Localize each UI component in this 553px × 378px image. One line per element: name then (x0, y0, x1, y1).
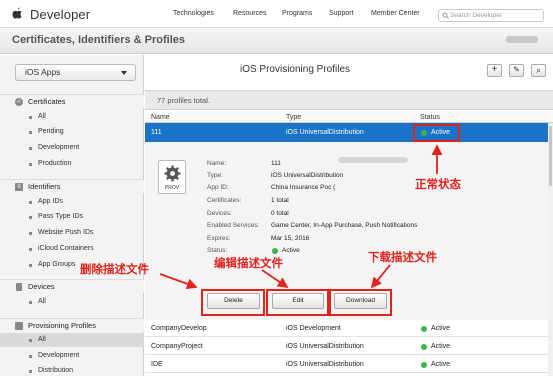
arrow-to-download (370, 264, 391, 289)
status-active-dot-icon (421, 362, 427, 368)
row-name: IDE (151, 361, 163, 368)
row-status: Active (431, 343, 451, 350)
row-status: Active (431, 361, 451, 368)
row-type: iOS Development (286, 325, 341, 332)
row-status: Active (431, 325, 451, 332)
row-name: CompanyProject (151, 343, 203, 350)
row-type: iOS UniversalDistribution (286, 343, 364, 350)
arrow-to-delete (159, 273, 198, 290)
row-type: iOS UniversalDistribution (286, 361, 364, 368)
arrow-to-edit (261, 269, 289, 289)
row-name: CompanyDevelop (151, 325, 207, 332)
status-active-dot-icon (421, 326, 427, 332)
scrollbar-thumb[interactable] (549, 126, 552, 186)
status-active-dot-icon (421, 344, 427, 350)
